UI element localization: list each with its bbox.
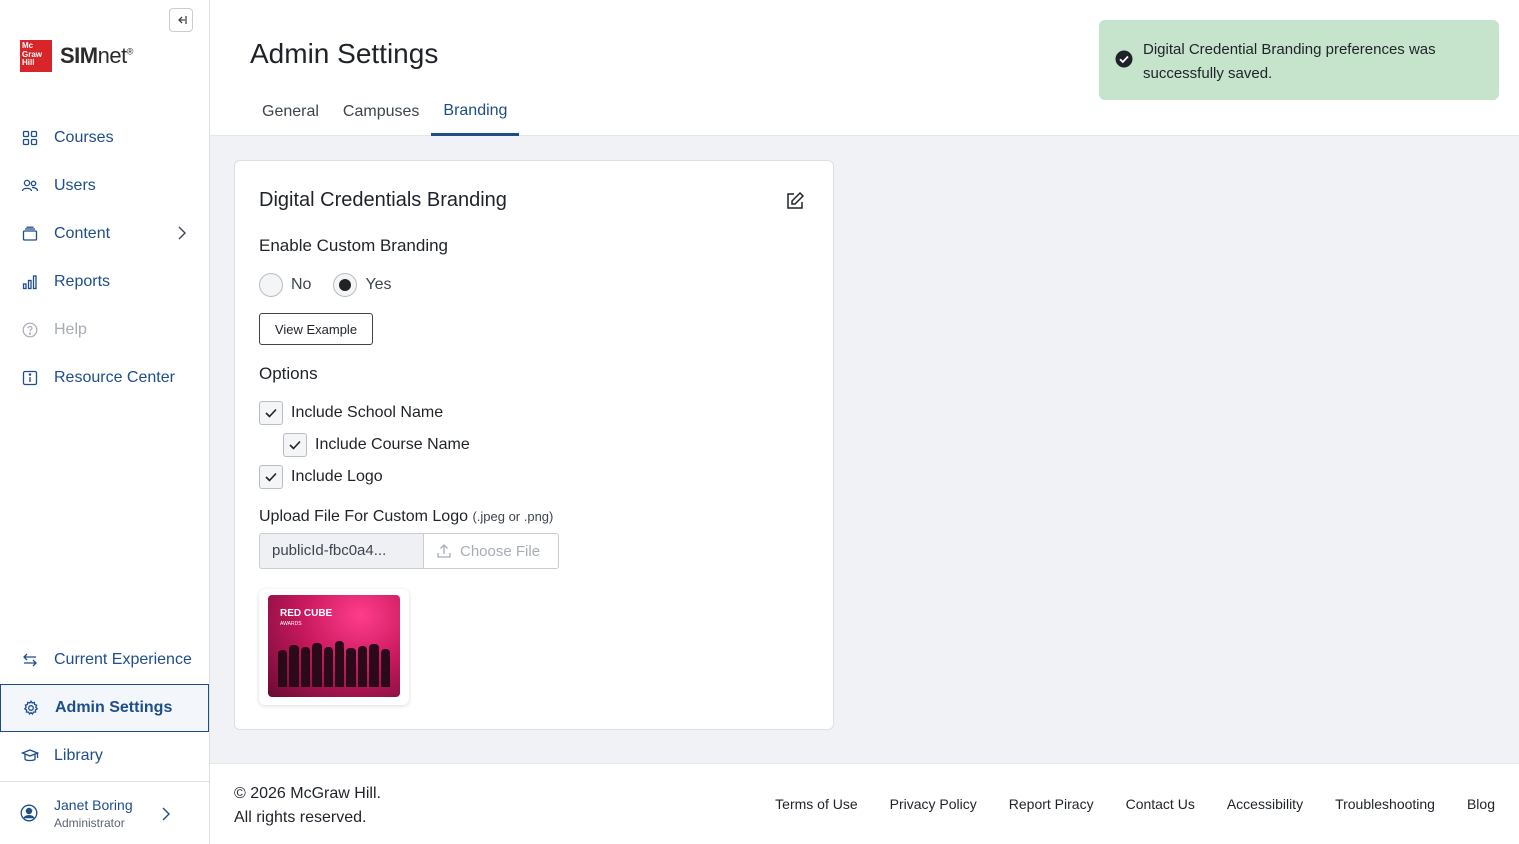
enable-branding-label: Enable Custom Branding bbox=[259, 236, 449, 255]
sidebar-nav-bottom: Current Experience Admin Settings Librar… bbox=[0, 636, 209, 780]
sidebar-item-resource-center[interactable]: Resource Center bbox=[0, 354, 209, 402]
logo: Mc Graw Hill SIMnet® bbox=[20, 40, 133, 72]
upload-label: Upload File For Custom Logo (.jpeg or .p… bbox=[259, 508, 553, 526]
collapse-icon bbox=[178, 16, 187, 24]
footer-links: Terms of Use Privacy Policy Report Pirac… bbox=[775, 796, 1495, 812]
sidebar-item-reports[interactable]: Reports bbox=[0, 258, 209, 306]
sidebar-item-content[interactable]: Content bbox=[0, 210, 209, 258]
sidebar-item-label: Help bbox=[54, 321, 87, 338]
user-menu[interactable]: Janet Boring Administrator bbox=[0, 781, 209, 844]
footer-link-terms[interactable]: Terms of Use bbox=[775, 796, 857, 812]
sidebar-item-label: Users bbox=[54, 177, 96, 194]
thumb-caption: RED CUBE AWARDS bbox=[280, 608, 333, 628]
toast-message: Digital Credential Branding preferences … bbox=[1143, 41, 1436, 82]
content-icon bbox=[20, 224, 40, 244]
tab-campuses[interactable]: Campuses bbox=[331, 88, 431, 136]
sidebar: Mc Graw Hill SIMnet® Courses Users Conte… bbox=[0, 0, 210, 844]
branding-card: Digital Credentials Branding Enable Cust… bbox=[234, 160, 834, 730]
school-name-label: Include School Name bbox=[291, 404, 444, 421]
file-upload-field: publicId-fbc0a4... Choose File bbox=[259, 533, 559, 569]
school-name-checkbox[interactable] bbox=[259, 401, 283, 425]
logo-preview: RED CUBE AWARDS bbox=[259, 589, 409, 705]
sidebar-item-label: Admin Settings bbox=[55, 699, 173, 716]
collapse-sidebar-button[interactable] bbox=[169, 8, 193, 32]
reports-icon bbox=[20, 272, 40, 292]
sidebar-item-label: Current Experience bbox=[54, 651, 192, 668]
footer-link-accessibility[interactable]: Accessibility bbox=[1227, 796, 1303, 812]
user-role: Administrator bbox=[54, 815, 125, 830]
upload-hint: (.jpeg or .png) bbox=[472, 509, 554, 524]
option-logo: Include Logo bbox=[259, 465, 383, 489]
help-icon bbox=[20, 320, 40, 340]
course-name-label: Include Course Name bbox=[315, 436, 470, 453]
main-area: Admin Settings General Campuses Branding… bbox=[210, 0, 1519, 844]
users-icon bbox=[20, 176, 40, 196]
check-circle-icon bbox=[1115, 50, 1133, 68]
sidebar-item-library[interactable]: Library bbox=[0, 732, 209, 780]
mcgraw-hill-logo-badge: Mc Graw Hill bbox=[20, 40, 52, 72]
page-title: Admin Settings bbox=[250, 38, 439, 69]
logo-checkbox[interactable] bbox=[259, 465, 283, 489]
info-icon bbox=[20, 368, 40, 388]
footer-link-piracy[interactable]: Report Piracy bbox=[1009, 796, 1094, 812]
view-example-button[interactable]: View Example bbox=[259, 313, 373, 345]
tab-bar: General Campuses Branding bbox=[250, 88, 520, 136]
footer-link-contact[interactable]: Contact Us bbox=[1126, 796, 1195, 812]
card-title: Digital Credentials Branding bbox=[259, 189, 507, 211]
sidebar-item-admin-settings[interactable]: Admin Settings bbox=[0, 684, 209, 732]
success-toast: Digital Credential Branding preferences … bbox=[1099, 20, 1499, 100]
sidebar-item-courses[interactable]: Courses bbox=[0, 114, 209, 162]
avatar-icon bbox=[20, 804, 40, 822]
radio-yes[interactable] bbox=[333, 273, 358, 297]
library-icon bbox=[20, 746, 40, 766]
thumb-people bbox=[278, 641, 391, 687]
edit-icon[interactable] bbox=[785, 191, 805, 211]
enable-branding-radio-group: No Yes bbox=[259, 273, 392, 297]
chevron-right-icon bbox=[162, 807, 170, 821]
sidebar-item-label: Library bbox=[54, 747, 103, 764]
footer: © 2026 McGraw Hill. All rights reserved.… bbox=[210, 763, 1519, 844]
user-info: Janet Boring Administrator bbox=[54, 797, 133, 830]
radio-no-label: No bbox=[291, 276, 312, 293]
footer-link-privacy[interactable]: Privacy Policy bbox=[890, 796, 977, 812]
sidebar-item-help[interactable]: Help bbox=[0, 306, 209, 354]
choose-file-button[interactable]: Choose File bbox=[424, 534, 558, 568]
grid-icon bbox=[20, 128, 40, 148]
choose-file-label: Choose File bbox=[460, 542, 541, 560]
switch-icon bbox=[20, 650, 40, 670]
option-course-name: Include Course Name bbox=[283, 433, 470, 457]
sidebar-nav-top: Courses Users Content Reports Help Resou… bbox=[0, 114, 209, 402]
sidebar-item-label: Reports bbox=[54, 273, 111, 290]
tab-branding[interactable]: Branding bbox=[431, 88, 520, 136]
logo-label: Include Logo bbox=[291, 468, 383, 485]
tab-general[interactable]: General bbox=[250, 88, 331, 136]
sidebar-item-current-experience[interactable]: Current Experience bbox=[0, 636, 209, 684]
radio-yes-label: Yes bbox=[365, 276, 392, 293]
simnet-wordmark: SIMnet® bbox=[60, 43, 133, 68]
check-icon bbox=[265, 408, 277, 418]
copyright: © 2026 McGraw Hill. All rights reserved. bbox=[234, 785, 381, 826]
options-label: Options bbox=[259, 364, 318, 383]
upload-label-text: Upload File For Custom Logo bbox=[259, 508, 468, 525]
radio-no[interactable] bbox=[259, 273, 283, 297]
footer-link-blog[interactable]: Blog bbox=[1467, 796, 1495, 812]
selected-file-name: publicId-fbc0a4... bbox=[260, 534, 424, 568]
sidebar-item-label: Resource Center bbox=[54, 369, 175, 386]
option-school-name: Include School Name bbox=[259, 401, 443, 425]
upload-icon bbox=[437, 544, 451, 558]
content-area: Digital Credentials Branding Enable Cust… bbox=[210, 136, 1519, 763]
sidebar-item-label: Content bbox=[54, 225, 111, 242]
check-icon bbox=[289, 440, 301, 450]
gear-icon bbox=[21, 698, 41, 718]
logo-preview-image: RED CUBE AWARDS bbox=[268, 595, 400, 697]
sidebar-item-label: Courses bbox=[54, 129, 114, 146]
course-name-checkbox[interactable] bbox=[283, 433, 307, 457]
user-name: Janet Boring bbox=[54, 796, 133, 813]
chevron-right-icon bbox=[178, 226, 186, 240]
footer-link-troubleshooting[interactable]: Troubleshooting bbox=[1335, 796, 1435, 812]
check-icon bbox=[265, 472, 277, 482]
sidebar-item-users[interactable]: Users bbox=[0, 162, 209, 210]
